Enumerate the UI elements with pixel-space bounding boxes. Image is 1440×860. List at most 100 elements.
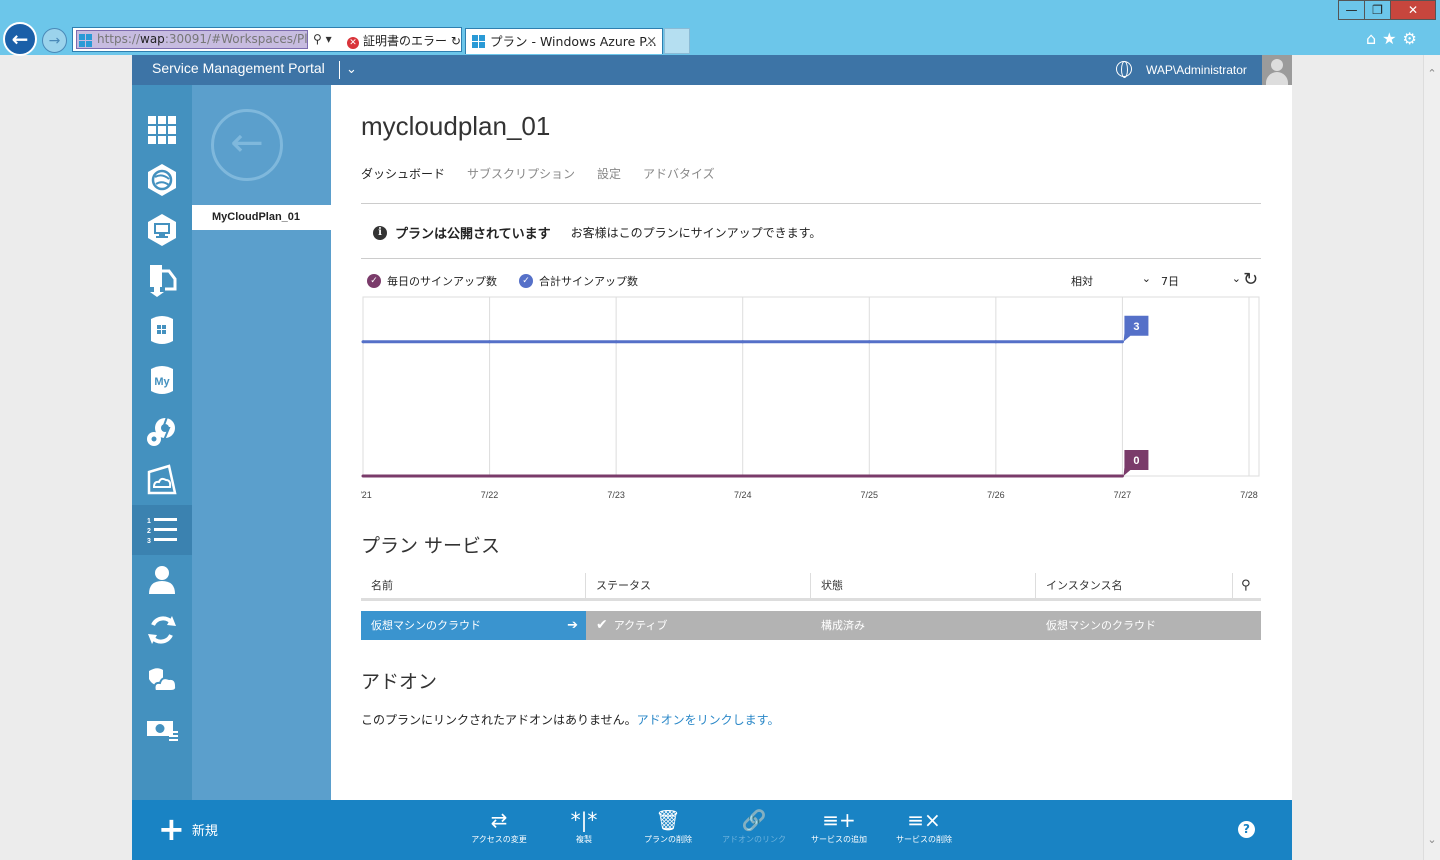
new-tab-button[interactable] <box>664 28 690 54</box>
page-title: mycloudplan_01 <box>361 111 551 141</box>
x-tick-label: 7/27 <box>1114 490 1132 500</box>
command-label: サービスの削除 <box>896 835 952 844</box>
tab-close-icon[interactable]: × <box>646 29 657 54</box>
rotation-icon[interactable] <box>132 605 192 655</box>
signups-chart: 7/21 7/22 7/23 7/24 7/25 7/26 7/27 7/28 3 0 <box>361 296 1260 500</box>
services-title: プラン サービス <box>361 535 501 557</box>
browser-tab[interactable]: プラン - Windows Azure P... × <box>465 28 663 54</box>
chevron-down-icon: ⌄ <box>1141 272 1151 285</box>
table-row[interactable]: 仮想マシンのクラウド ➔ ✔ アクティブ 構成済み 仮想マシンのクラウド <box>361 611 1261 640</box>
automation-icon[interactable] <box>132 255 192 305</box>
column-status[interactable]: ステータス <box>586 573 811 598</box>
svg-text:3: 3 <box>147 538 151 545</box>
url-text[interactable]: https://wap:30091/#Workspaces/Pl <box>76 30 308 49</box>
avatar[interactable] <box>1262 55 1292 85</box>
refresh-icon[interactable]: ↻ <box>1243 269 1258 290</box>
addons-empty-text: このプランにリンクされたアドオンはありません。 <box>361 713 637 727</box>
legend-daily-signups[interactable]: ✓ 毎日のサインアップ数 <box>367 273 497 289</box>
new-label: 新規 <box>191 823 218 839</box>
home-icon[interactable]: ⌂ <box>1366 29 1382 48</box>
billing-icon[interactable] <box>132 705 192 755</box>
address-bar[interactable]: https://wap:30091/#Workspaces/Pl ⚲ ▾ ✕ 証明… <box>72 27 462 52</box>
brand-dropdown-icon[interactable]: ⌄ <box>339 61 357 79</box>
virtual-machines-icon[interactable] <box>132 205 192 255</box>
data-point <box>1120 340 1124 344</box>
help-icon[interactable]: ? <box>1238 821 1255 838</box>
back-arrow-icon[interactable]: ← <box>211 109 283 181</box>
data-point <box>488 474 492 478</box>
period-select-value: 7日 <box>1161 275 1179 288</box>
data-point <box>614 340 618 344</box>
certificate-error[interactable]: ✕ 証明書のエラー ↻ <box>347 32 461 49</box>
column-state[interactable]: 状態 <box>811 573 1036 598</box>
svg-text:1: 1 <box>147 518 151 525</box>
cell-state: 構成済み <box>821 619 865 632</box>
page-scrollbar[interactable]: ⌃ ⌄ <box>1423 55 1440 860</box>
end-label: 3 <box>1133 321 1139 333</box>
link-addon-link[interactable]: アドオンをリンクします。 <box>637 713 780 727</box>
add-service-button[interactable]: ≡+ サービスの追加 <box>794 806 884 845</box>
add-service-icon: ≡+ <box>822 808 856 832</box>
portal-brand[interactable]: Service Management Portal <box>152 60 325 76</box>
gallery-cloud-icon[interactable] <box>132 455 192 505</box>
check-icon: ✓ <box>519 274 533 288</box>
url-prefix: https:// <box>97 32 141 46</box>
cloud-services-icon[interactable] <box>132 655 192 705</box>
web-sites-icon[interactable] <box>132 155 192 205</box>
minimize-button[interactable]: — <box>1338 0 1365 20</box>
link-addon-button[interactable]: 🔗 アドオンのリンク <box>709 806 799 845</box>
column-name[interactable]: 名前 <box>361 573 586 598</box>
sql-databases-icon[interactable] <box>132 305 192 355</box>
data-point <box>994 474 998 478</box>
scroll-up-icon[interactable]: ⌃ <box>1424 67 1440 80</box>
close-window-button[interactable]: ✕ <box>1390 0 1436 20</box>
command-label: アクセスの変更 <box>471 835 527 844</box>
scroll-down-icon[interactable]: ⌄ <box>1424 833 1440 846</box>
cell-name[interactable]: 仮想マシンのクラウド ➔ <box>361 611 586 640</box>
change-access-button[interactable]: ⇄ アクセスの変更 <box>454 806 544 845</box>
globe-icon[interactable] <box>1116 61 1132 78</box>
settings-gear-icon[interactable]: ⚙ <box>1403 29 1423 48</box>
user-name[interactable]: WAP\Administrator <box>1146 63 1247 77</box>
legend-total-signups[interactable]: ✓ 合計サインアップ数 <box>519 273 638 289</box>
back-button[interactable]: ← <box>3 22 37 56</box>
tab-advertise[interactable]: アドバタイズ <box>643 167 715 181</box>
tab-settings[interactable]: 設定 <box>597 167 621 181</box>
tab-subscriptions[interactable]: サブスクリプション <box>467 167 575 181</box>
addons-title: アドオン <box>361 671 438 693</box>
range-select[interactable]: 相対 ⌄ <box>1071 272 1151 289</box>
mysql-databases-icon[interactable]: My <box>132 355 192 405</box>
new-button[interactable]: + 新規 <box>158 813 218 845</box>
data-point <box>1120 474 1124 478</box>
svg-text:My: My <box>154 376 170 388</box>
search-icon[interactable]: ⚲ <box>1233 573 1261 598</box>
x-tick-label: 7/23 <box>607 490 625 500</box>
cell-instance: 仮想マシンのクラウド <box>1046 619 1156 632</box>
service-icon-rail: My 1 2 3 <box>132 85 192 800</box>
end-label: 0 <box>1133 455 1139 467</box>
legend-label: 合計サインアップ数 <box>539 275 638 288</box>
divider <box>361 258 1261 259</box>
forward-button[interactable]: → <box>42 28 67 53</box>
search-dropdown-icon[interactable]: ⚲ ▾ <box>313 32 332 46</box>
remove-service-button[interactable]: ≡× サービスの削除 <box>879 806 969 845</box>
data-point <box>361 474 365 478</box>
tab-dashboard[interactable]: ダッシュボード <box>361 167 445 181</box>
url-rest: :30091/#Workspaces/Pl <box>164 32 308 46</box>
column-instance[interactable]: インスタンス名 <box>1036 573 1233 598</box>
arrow-right-icon[interactable]: ➔ <box>567 611 578 640</box>
command-label: サービスの追加 <box>811 835 867 844</box>
period-select[interactable]: 7日 ⌄ <box>1161 272 1241 289</box>
copy-icon: *|* <box>570 808 598 832</box>
restore-button[interactable]: ❐ <box>1364 0 1391 20</box>
service-management-gear-icon[interactable] <box>132 405 192 455</box>
sidebar-item-plan[interactable]: MyCloudPlan_01 <box>192 205 331 230</box>
favorites-icon[interactable]: ★ <box>1382 29 1402 48</box>
user-accounts-icon[interactable] <box>132 555 192 605</box>
all-items-icon[interactable] <box>132 105 192 155</box>
plans-icon[interactable]: 1 2 3 <box>132 505 192 555</box>
notice-heading: プランは公開されています <box>395 227 551 242</box>
delete-plan-button[interactable]: 🗑 プランの削除 <box>623 806 713 845</box>
remove-service-icon: ≡× <box>907 808 941 832</box>
copy-button[interactable]: *|* 複製 <box>539 806 629 845</box>
